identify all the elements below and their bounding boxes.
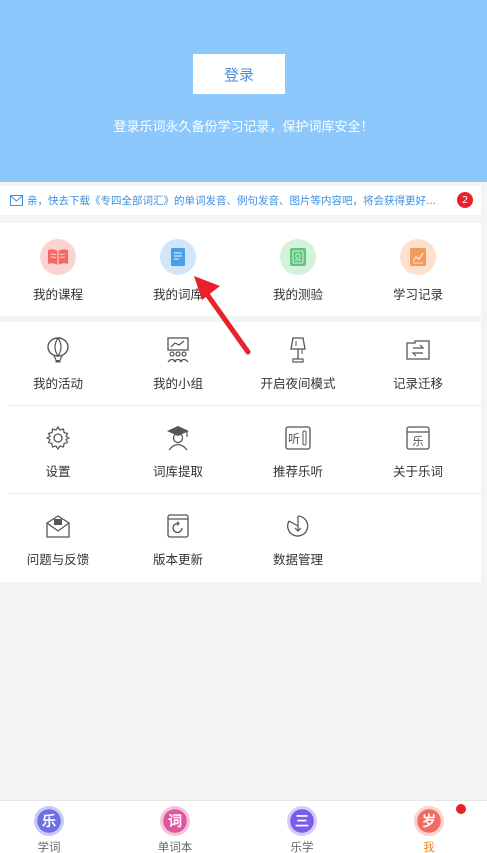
settings-grid: 我的活动 我的小组 开启夜间模式 记录迁移 设置 词库提取 听 推荐乐听 乐 关…: [0, 322, 481, 582]
tab-le-learn[interactable]: 三 乐学: [241, 801, 363, 853]
menu-label: 推荐乐听: [272, 464, 323, 479]
mail-icon: [10, 195, 23, 206]
menu-label: 数据管理: [272, 552, 323, 567]
login-header: 登录 登录乐词永久备份学习记录，保护词库安全！: [0, 0, 487, 182]
menu-settings[interactable]: 设置: [0, 424, 118, 480]
login-button[interactable]: 登录: [193, 54, 285, 94]
menu-label: 我的小组: [152, 376, 203, 391]
feedback-mail-icon: [44, 512, 72, 540]
download-notice[interactable]: 亲，快去下载《专四全部词汇》的单词发音、例句发音、图片等内容吧，将会获得更好..…: [0, 186, 481, 215]
learn-words-icon: 乐: [34, 806, 64, 836]
login-tip: 登录乐词永久备份学习记录，保护词库安全！: [113, 120, 374, 135]
menu-label: 我的词库: [152, 287, 203, 302]
menu-label: 问题与反馈: [26, 552, 90, 567]
tab-glyph: 词: [168, 814, 182, 830]
menu-label: 我的课程: [32, 287, 83, 302]
row-divider: [8, 493, 481, 494]
transfer-icon: [404, 336, 432, 364]
about-icon: 乐: [404, 424, 432, 452]
menu-version-update[interactable]: 版本更新: [118, 512, 238, 568]
data-manage-icon: [284, 512, 312, 540]
wordbook-icon: [160, 239, 196, 275]
menu-about[interactable]: 乐 关于乐词: [358, 424, 478, 480]
tab-glyph: 三: [295, 814, 309, 830]
tab-learn-words[interactable]: 乐 学词: [0, 801, 110, 853]
notice-badge: 2: [457, 192, 473, 208]
lamp-icon: [284, 336, 312, 364]
menu-study-record[interactable]: 学习记录: [358, 239, 478, 303]
menu-label: 记录迁移: [392, 376, 443, 391]
tab-label: 单词本: [157, 840, 193, 853]
menu-label: 我的活动: [32, 376, 83, 391]
menu-wordbank-extract[interactable]: 词库提取: [118, 424, 238, 480]
menu-label: 关于乐词: [392, 464, 443, 479]
notice-text: 亲，快去下载《专四全部词汇》的单词发音、例句发音、图片等内容吧，将会获得更好..…: [27, 195, 437, 207]
tab-label: 乐学: [290, 840, 314, 853]
graduate-icon: [164, 424, 192, 452]
tab-glyph: 乐: [42, 814, 56, 830]
menu-my-courses[interactable]: 我的课程: [0, 239, 118, 303]
menu-feedback[interactable]: 问题与反馈: [0, 512, 118, 568]
wordbook-tab-icon: 词: [160, 806, 190, 836]
quick-menu: 我的课程 我的词库 我的测验 学习记录: [0, 223, 481, 316]
row-divider: [8, 405, 481, 406]
update-icon: [164, 512, 192, 540]
menu-recommend-listen[interactable]: 听 推荐乐听: [238, 424, 358, 480]
balloon-icon: [44, 336, 72, 364]
me-tab-icon: 岁: [414, 806, 444, 836]
listen-glyph: 听: [288, 432, 300, 446]
tab-glyph: 岁: [422, 814, 436, 830]
about-glyph: 乐: [413, 435, 424, 448]
bottom-tab-bar: 乐 学词 词 单词本 三 乐学 岁 我: [0, 800, 487, 853]
menu-label: 学习记录: [392, 287, 443, 302]
chart-record-icon: [400, 239, 436, 275]
tab-label: 学词: [37, 840, 61, 853]
menu-data-manage[interactable]: 数据管理: [238, 512, 358, 568]
le-learn-icon: 三: [287, 806, 317, 836]
menu-label: 词库提取: [152, 464, 203, 479]
menu-label: 开启夜间模式: [260, 376, 336, 391]
menu-label: 我的测验: [272, 287, 323, 302]
menu-my-group[interactable]: 我的小组: [118, 336, 238, 392]
tab-me[interactable]: 岁 我: [368, 801, 487, 853]
menu-night-mode[interactable]: 开启夜间模式: [238, 336, 358, 392]
book-open-icon: [40, 239, 76, 275]
listen-icon: 听: [284, 424, 312, 452]
menu-my-quiz[interactable]: 我的测验: [238, 239, 358, 303]
notification-dot: [456, 804, 466, 814]
menu-label: 设置: [45, 464, 71, 479]
menu-my-wordbank[interactable]: 我的词库: [118, 239, 238, 303]
gear-icon: [44, 424, 72, 452]
group-icon: [164, 336, 192, 364]
quiz-icon: [280, 239, 316, 275]
tab-label: 我: [423, 840, 435, 853]
tab-wordbook[interactable]: 词 单词本: [114, 801, 236, 853]
menu-my-activities[interactable]: 我的活动: [0, 336, 118, 392]
menu-record-transfer[interactable]: 记录迁移: [358, 336, 478, 392]
menu-label: 版本更新: [152, 552, 203, 567]
